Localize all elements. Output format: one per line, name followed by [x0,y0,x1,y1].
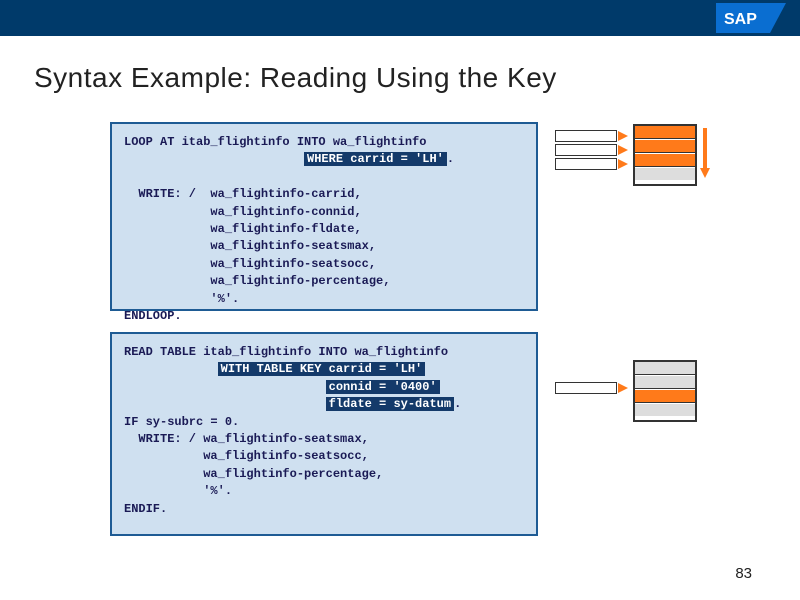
code-line: IF sy-subrc = 0. [124,415,239,429]
code-line: wa_flightinfo-percentage, [124,274,390,288]
table-row [635,168,695,180]
code-highlight-where: WHERE carrid = 'LH' [304,152,447,166]
header-bar: SAP [0,0,800,36]
diagram-read [555,352,745,437]
code-line: READ TABLE itab_flightinfo INTO wa_fligh… [124,345,448,359]
internal-table-icon [633,124,697,186]
code-text: . [454,397,461,411]
arrow-right-icon [618,383,628,393]
code-line: wa_flightinfo-connid, [124,205,362,219]
arrow-right-icon [618,159,628,169]
code-line: '%'. [124,484,232,498]
work-area-row [555,144,617,156]
arrow-down-icon [700,168,710,178]
table-row [635,376,695,389]
code-line: LOOP AT itab_flightinfo INTO wa_flightin… [124,135,426,149]
code-highlight-key1: WITH TABLE KEY carrid = 'LH' [218,362,426,376]
work-area-row [555,158,617,170]
table-row [635,140,695,153]
code-line: wa_flightinfo-fldate, [124,222,362,236]
work-area-row [555,382,617,394]
code-box-read: READ TABLE itab_flightinfo INTO wa_fligh… [110,332,538,536]
code-line: ENDLOOP. [124,309,182,323]
table-row [635,404,695,416]
code-line: WRITE: / wa_flightinfo-seatsmax, [124,432,369,446]
table-row [635,154,695,167]
arrow-right-icon [618,145,628,155]
table-row [635,126,695,139]
code-line: '%'. [124,292,239,306]
page-number: 83 [735,565,752,582]
code-line: ENDIF. [124,502,167,516]
code-line: wa_flightinfo-seatsmax, [124,239,376,253]
code-line: wa_flightinfo-seatsocc, [124,449,369,463]
sap-logo: SAP [716,3,786,33]
code-highlight-key3: fldate = sy-datum [326,397,454,411]
diagram-loop [555,124,745,209]
arrow-right-icon [618,131,628,141]
work-area-row [555,130,617,142]
code-line: wa_flightinfo-seatsocc, [124,257,376,271]
code-text: . [447,152,454,166]
table-row [635,362,695,375]
code-line: WRITE: / wa_flightinfo-carrid, [124,187,362,201]
loop-arrow-stem [703,128,707,168]
sap-logo-text: SAP [724,11,757,28]
table-row [635,390,695,403]
code-line: wa_flightinfo-percentage, [124,467,383,481]
code-box-loop: LOOP AT itab_flightinfo INTO wa_flightin… [110,122,538,311]
code-highlight-key2: connid = '0400' [326,380,440,394]
page-title: Syntax Example: Reading Using the Key [34,62,800,94]
internal-table-icon [633,360,697,422]
content-area: LOOP AT itab_flightinfo INTO wa_flightin… [0,122,800,562]
